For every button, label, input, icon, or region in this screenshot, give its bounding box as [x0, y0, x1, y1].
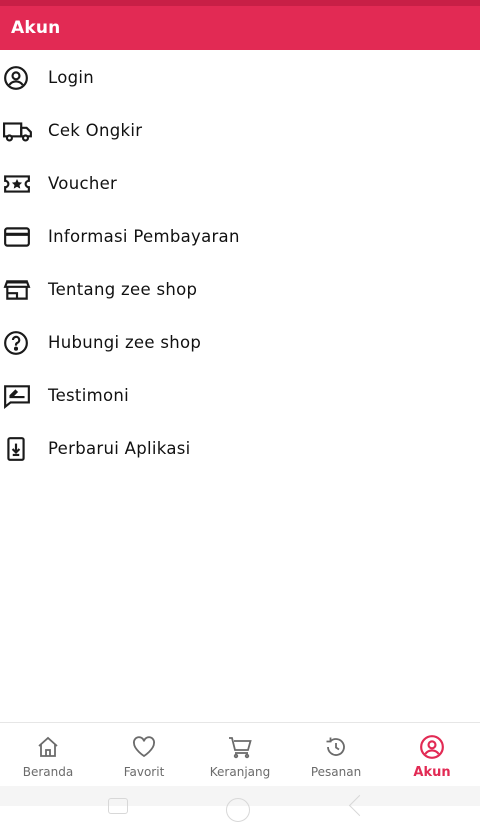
- account-circle-icon: [0, 51, 48, 104]
- heart-icon: [131, 734, 157, 760]
- nav-label: Favorit: [123, 765, 165, 779]
- nav-beranda[interactable]: Beranda: [0, 723, 96, 787]
- page-title: Akun: [11, 18, 61, 38]
- menu-item-testimoni[interactable]: Testimoni: [0, 369, 480, 422]
- home-icon: [36, 734, 60, 760]
- menu-label: Testimoni: [48, 386, 129, 405]
- nav-favorit[interactable]: Favorit: [96, 723, 192, 787]
- nav-label: Beranda: [22, 765, 74, 779]
- store-icon: [0, 263, 48, 316]
- menu-label: Informasi Pembayaran: [48, 227, 240, 246]
- menu-label: Hubungi zee shop: [48, 333, 202, 352]
- menu-label: Voucher: [48, 174, 118, 193]
- menu-item-informasi-pembayaran[interactable]: Informasi Pembayaran: [0, 210, 480, 263]
- menu-label: Login: [48, 68, 95, 87]
- menu-label: Perbarui Aplikasi: [48, 439, 191, 458]
- bottom-navigation: Beranda Favorit Keranjang Pesanan Akun: [0, 722, 480, 787]
- cart-icon: [227, 734, 253, 760]
- download-box-icon: [0, 422, 48, 475]
- menu-item-tentang[interactable]: Tentang zee shop: [0, 263, 480, 316]
- nav-keranjang[interactable]: Keranjang: [192, 723, 288, 787]
- menu-label: Cek Ongkir: [48, 121, 143, 140]
- system-navigation-bar: [0, 786, 480, 822]
- nav-label: Akun: [413, 765, 451, 780]
- account-circle-icon: [419, 734, 445, 760]
- help-circle-icon: [0, 316, 48, 369]
- menu-item-voucher[interactable]: Voucher: [0, 157, 480, 210]
- menu-item-hubungi[interactable]: Hubungi zee shop: [0, 316, 480, 369]
- credit-card-icon: [0, 210, 48, 263]
- truck-icon: [0, 104, 48, 157]
- nav-label: Pesanan: [310, 765, 362, 779]
- recents-button[interactable]: [108, 798, 128, 814]
- account-menu: Login Cek Ongkir Voucher Informasi Pemba…: [0, 51, 480, 475]
- history-icon: [323, 734, 349, 760]
- nav-label: Keranjang: [209, 765, 271, 779]
- comment-edit-icon: [0, 369, 48, 422]
- menu-item-login[interactable]: Login: [0, 51, 480, 104]
- menu-item-cek-ongkir[interactable]: Cek Ongkir: [0, 104, 480, 157]
- app-header: Akun: [0, 6, 480, 50]
- menu-label: Tentang zee shop: [48, 280, 198, 299]
- home-button[interactable]: [226, 798, 250, 822]
- nav-akun[interactable]: Akun: [384, 723, 480, 787]
- ticket-star-icon: [0, 157, 48, 210]
- nav-pesanan[interactable]: Pesanan: [288, 723, 384, 787]
- menu-item-perbarui[interactable]: Perbarui Aplikasi: [0, 422, 480, 475]
